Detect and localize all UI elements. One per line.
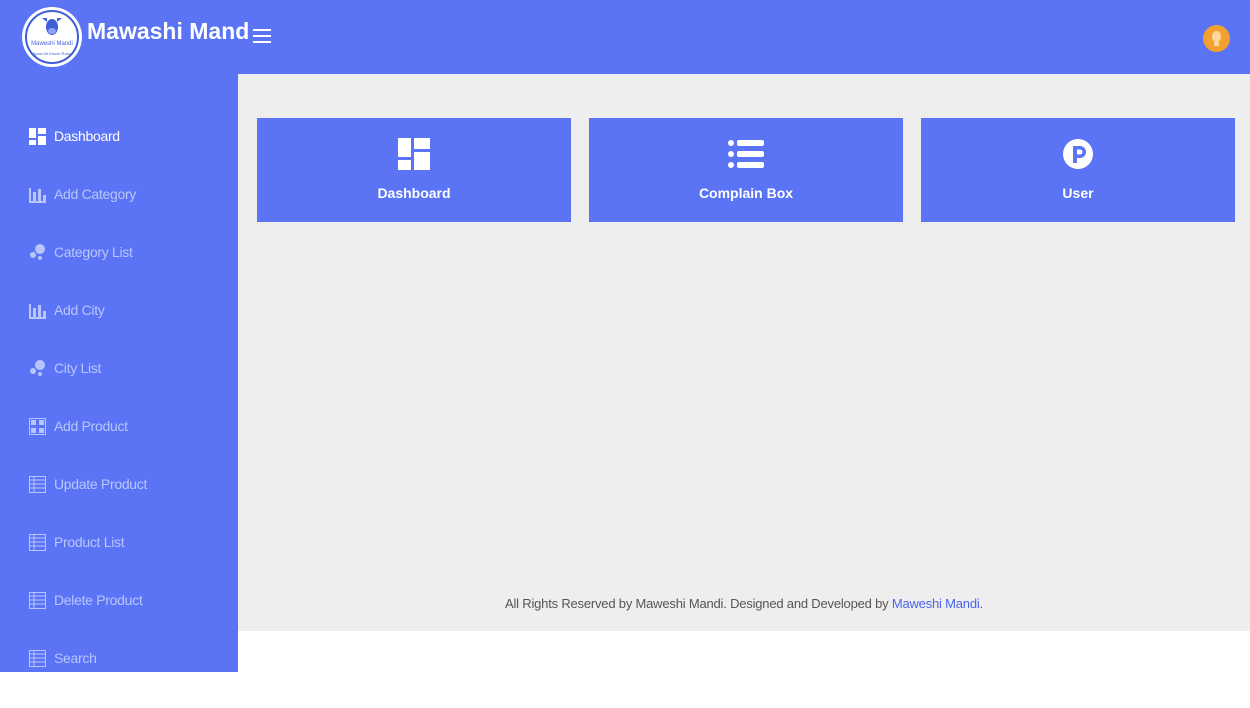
card-label: User bbox=[1062, 185, 1094, 201]
sidebar-item-label: City List bbox=[54, 360, 102, 376]
sidebar-item-label: Search bbox=[54, 650, 97, 666]
complain-box-card[interactable]: Complain Box bbox=[589, 118, 903, 222]
table-icon bbox=[29, 592, 46, 609]
bar-chart-icon bbox=[29, 304, 46, 319]
sidebar-item-add-city[interactable]: Add City bbox=[0, 302, 238, 360]
table-icon bbox=[29, 650, 46, 667]
sidebar-item-label: Add Product bbox=[54, 418, 128, 434]
footer-text: All Rights Reserved by Maweshi Mandi. De… bbox=[505, 596, 889, 611]
grid-add-icon bbox=[29, 418, 46, 435]
logo-text: Maweshi Mandi bbox=[31, 41, 73, 47]
app-title[interactable]: Mawashi Mand bbox=[87, 18, 249, 45]
brand-logo[interactable]: Maweshi Mandi Apna Dil Khush Raho bbox=[22, 7, 82, 67]
sidebar-item-add-product[interactable]: Add Product bbox=[0, 418, 238, 476]
sidebar-item-label: Update Product bbox=[54, 476, 148, 492]
main-content: Dashboard Complain Box User All Rights R… bbox=[238, 74, 1250, 631]
card-label: Dashboard bbox=[377, 185, 451, 201]
sidebar-item-label: Dashboard bbox=[54, 128, 120, 144]
user-card[interactable]: User bbox=[921, 118, 1235, 222]
footer: All Rights Reserved by Maweshi Mandi. De… bbox=[238, 596, 1250, 611]
lightbulb-icon bbox=[1212, 31, 1221, 42]
parking-p-icon bbox=[1063, 139, 1093, 169]
list-icon bbox=[728, 140, 764, 168]
cow-icon bbox=[42, 18, 62, 35]
dashboard-icon bbox=[29, 128, 46, 145]
sidebar-item-add-category[interactable]: Add Category bbox=[0, 186, 238, 244]
sidebar-item-city-list[interactable]: City List bbox=[0, 360, 238, 418]
top-navbar: Maweshi Mandi Apna Dil Khush Raho Mawash… bbox=[0, 0, 1250, 74]
sidebar-item-search[interactable]: Search bbox=[0, 650, 238, 708]
sidebar-item-label: Add City bbox=[54, 302, 105, 318]
sidebar-item-label: Delete Product bbox=[54, 592, 143, 608]
sidebar-item-update-product[interactable]: Update Product bbox=[0, 476, 238, 534]
user-avatar[interactable] bbox=[1203, 25, 1230, 52]
bar-chart-icon bbox=[29, 188, 46, 203]
lightbulb-base bbox=[1214, 42, 1219, 46]
footer-end: . bbox=[979, 596, 984, 611]
dashboard-card[interactable]: Dashboard bbox=[257, 118, 571, 222]
sidebar-item-delete-product[interactable]: Delete Product bbox=[0, 592, 238, 650]
hamburger-icon[interactable] bbox=[253, 29, 271, 43]
card-label: Complain Box bbox=[698, 185, 794, 201]
table-icon bbox=[29, 534, 46, 551]
sidebar-item-dashboard[interactable]: Dashboard bbox=[0, 128, 238, 186]
footer-link[interactable]: Maweshi Mandi bbox=[892, 596, 980, 611]
bubbles-icon bbox=[30, 244, 45, 260]
logo-subtext: Apna Dil Khush Raho bbox=[32, 51, 72, 56]
sidebar-item-label: Product List bbox=[54, 534, 125, 550]
sidebar-item-category-list[interactable]: Category List bbox=[0, 244, 238, 302]
table-icon bbox=[29, 476, 46, 493]
sidebar: Dashboard Add Category Category List Add… bbox=[0, 74, 238, 672]
dashboard-icon bbox=[398, 138, 430, 170]
bubbles-icon bbox=[30, 360, 45, 376]
sidebar-item-label: Add Category bbox=[54, 186, 137, 202]
sidebar-item-product-list[interactable]: Product List bbox=[0, 534, 238, 592]
sidebar-item-label: Category List bbox=[54, 244, 133, 260]
